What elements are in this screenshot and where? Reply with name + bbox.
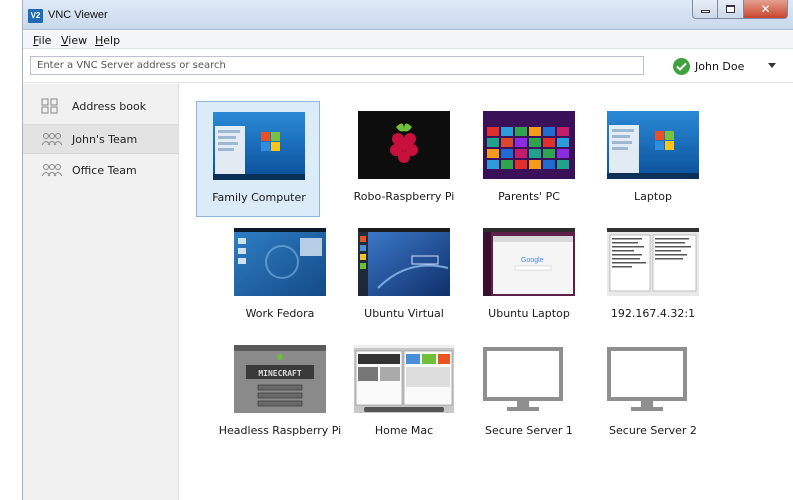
monitor-placeholder-icon <box>481 345 577 417</box>
win8-start-screen-thumbnail-icon <box>483 111 575 179</box>
win7-desktop-thumbnail-icon <box>607 111 699 179</box>
maximize-icon <box>726 5 735 13</box>
window-controls: ✕ <box>692 0 788 20</box>
computer-grid: Family Computer Robo-Raspberry Pi Parent… <box>180 84 793 500</box>
computer-tile-robo-raspberry-pi[interactable]: Robo-Raspberry Pi <box>342 101 466 217</box>
maximize-button[interactable] <box>718 0 744 19</box>
raspberry-pi-thumbnail-icon <box>358 111 450 179</box>
vnc-logo-icon: V2 <box>28 9 43 23</box>
ubuntu-desktop-thumbnail-icon <box>358 228 450 296</box>
menu-help-label: elp <box>103 34 121 47</box>
menu-view-label: iew <box>68 34 88 47</box>
sidebar-item-johns-team[interactable]: John's Team <box>23 124 178 154</box>
toolbar: John Doe <box>23 49 793 83</box>
minimize-icon <box>700 10 710 13</box>
computer-tile-192-167-4-32-1[interactable]: 192.167.4.32:1 <box>591 218 715 334</box>
computer-tile-label: Secure Server 1 <box>485 424 573 437</box>
close-icon: ✕ <box>760 2 771 16</box>
computer-tile-label: Laptop <box>634 190 672 203</box>
sidebar: Address book John's Team Office Team <box>23 84 179 500</box>
window-title: VNC Viewer <box>48 9 108 21</box>
menu-bar: File View Help <box>23 31 793 49</box>
fedora-desktop-thumbnail-icon <box>234 228 326 296</box>
sidebar-item-label: Office Team <box>72 163 137 177</box>
user-name: John Doe <box>695 59 745 73</box>
sidebar-item-office-team[interactable]: Office Team <box>23 155 178 185</box>
menu-help[interactable]: Help <box>95 34 120 47</box>
computer-tile-label: Ubuntu Virtual <box>364 307 444 320</box>
team-icon <box>41 164 63 177</box>
computer-tile-ubuntu-laptop[interactable]: Google Ubuntu Laptop <box>467 218 591 334</box>
computer-tile-label: Robo-Raspberry Pi <box>353 190 455 203</box>
sidebar-item-address-book[interactable]: Address book <box>23 91 178 121</box>
title-bar: V2 VNC Viewer ✕ <box>23 0 793 30</box>
minecraft-thumbnail-icon: MINECRAFT <box>234 345 326 413</box>
mac-desktop-thumbnail-icon <box>354 345 454 413</box>
monitor-placeholder-icon <box>605 345 701 417</box>
sidebar-item-label: Address book <box>72 99 147 113</box>
computer-tile-secure-server-1[interactable]: Secure Server 1 <box>467 335 591 451</box>
user-menu-chevron-down-icon[interactable] <box>768 63 776 68</box>
computer-tile-parents-pc[interactable]: Parents' PC <box>467 101 591 217</box>
computer-tile-home-mac[interactable]: Home Mac <box>342 335 466 451</box>
team-icon <box>41 133 63 146</box>
address-book-icon <box>41 98 58 114</box>
computer-tile-work-fedora[interactable]: Work Fedora <box>218 218 342 334</box>
computer-tile-label: Headless Raspberry Pi <box>218 424 342 437</box>
computer-tile-family-computer[interactable]: Family Computer <box>196 101 320 217</box>
close-button[interactable]: ✕ <box>744 0 788 19</box>
search-input[interactable] <box>30 56 644 75</box>
win7-desktop-thumbnail-icon <box>213 112 305 180</box>
ubuntu-browser-thumbnail-icon: Google <box>483 228 575 296</box>
computer-tile-secure-server-2[interactable]: Secure Server 2 <box>591 335 715 451</box>
computer-tile-label: Ubuntu Laptop <box>488 307 570 320</box>
computer-tile-label: 192.167.4.32:1 <box>610 307 696 320</box>
computer-tile-ubuntu-virtual[interactable]: Ubuntu Virtual <box>342 218 466 334</box>
menu-view[interactable]: View <box>61 34 87 47</box>
menu-file[interactable]: File <box>33 34 51 47</box>
computer-tile-label: Secure Server 2 <box>609 424 697 437</box>
minimize-button[interactable] <box>692 0 718 19</box>
svg-text:Google: Google <box>521 257 544 264</box>
terminal-thumbnail-icon <box>607 228 699 296</box>
computer-tile-label: Family Computer <box>212 191 306 204</box>
sidebar-item-label: John's Team <box>72 132 138 146</box>
signed-in-check-icon <box>673 57 690 75</box>
vnc-viewer-window: V2 VNC Viewer ✕ File View Help John Doe <box>22 0 793 500</box>
user-account[interactable]: John Doe <box>673 57 744 75</box>
computer-tile-headless-raspberry-pi[interactable]: MINECRAFT Headless Raspberry Pi <box>218 335 342 451</box>
menu-file-label: ile <box>38 34 52 47</box>
computer-tile-label: Home Mac <box>374 424 434 437</box>
computer-tile-laptop[interactable]: Laptop <box>591 101 715 217</box>
computer-tile-label: Work Fedora <box>245 307 315 320</box>
computer-tile-label: Parents' PC <box>498 190 560 203</box>
svg-text:MINECRAFT: MINECRAFT <box>258 369 302 378</box>
